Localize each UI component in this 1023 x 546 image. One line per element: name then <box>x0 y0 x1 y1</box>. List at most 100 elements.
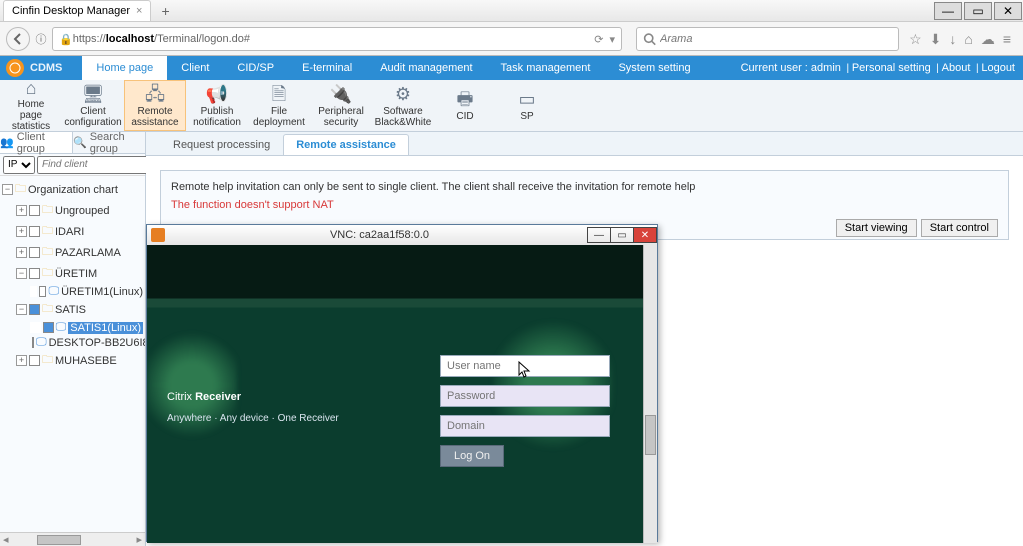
printer-icon: 🖶 <box>453 89 477 111</box>
tree-scrollbar[interactable]: ◂▸ <box>0 532 145 546</box>
nav-system[interactable]: System setting <box>604 56 704 80</box>
card-icon: ▭ <box>515 89 539 111</box>
top-nav: CDMS Home page Client CID/SP E-terminal … <box>0 56 1023 80</box>
folder-icon: 🗀 <box>42 201 53 220</box>
vnc-minimize-button[interactable]: — <box>587 227 611 243</box>
left-pane: 👥Client group 🔍Search group IP 🔍 −🗀Organ… <box>0 132 146 546</box>
domain-input[interactable] <box>440 415 610 437</box>
bookmark-icon[interactable]: ☆ <box>909 31 922 48</box>
ribbon-client-config[interactable]: 🖥Clientconfiguration <box>62 80 124 131</box>
ribbon-remote-assist[interactable]: 🖧Remoteassistance <box>124 80 186 131</box>
logon-button[interactable]: Log On <box>440 445 504 467</box>
brand-name: CDMS <box>30 62 62 74</box>
tab-title: Cinfin Desktop Manager <box>12 5 130 17</box>
panel-warning: The function doesn't support NAT <box>171 199 998 211</box>
url-text: https://localhost/Terminal/logon.do# <box>73 33 250 45</box>
new-tab-button[interactable]: + <box>155 3 175 19</box>
tab-search-group[interactable]: 🔍Search group <box>73 132 145 153</box>
ribbon-publish-notif[interactable]: 📢Publishnotification <box>186 80 248 131</box>
chevron-down-icon[interactable]: ▾ <box>609 33 615 46</box>
vnc-maximize-button[interactable]: ▭ <box>610 227 634 243</box>
folder-icon: 🗀 <box>42 300 53 319</box>
nav-audit[interactable]: Audit management <box>366 56 486 80</box>
client-icon: 🖵 <box>36 336 47 349</box>
ip-select[interactable]: IP <box>3 156 35 174</box>
nav-task[interactable]: Task management <box>487 56 605 80</box>
home-icon[interactable]: ⌂ <box>964 31 972 48</box>
menu-icon[interactable]: ≡ <box>1003 31 1011 48</box>
subtab-remote-assist[interactable]: Remote assistance <box>283 134 409 155</box>
search-bar[interactable] <box>636 27 899 51</box>
file-icon: 🗎 <box>267 84 291 106</box>
megaphone-icon: 📢 <box>205 84 229 106</box>
client-icon: 🖵 <box>56 321 67 334</box>
search-icon <box>643 32 656 46</box>
lock-icon: 🔒 <box>59 33 73 46</box>
app-icon: ⓘ <box>34 31 48 47</box>
panel-message: Remote help invitation can only be sent … <box>171 181 998 193</box>
java-icon <box>151 228 165 242</box>
folder-icon: 🗀 <box>42 264 53 283</box>
home-icon: ⌂ <box>19 79 43 99</box>
folder-icon: 🗀 <box>42 222 53 241</box>
window-maximize-button[interactable]: ▭ <box>964 2 992 20</box>
folder-icon: 🗀 <box>42 351 53 370</box>
nav-home[interactable]: Home page <box>82 56 167 80</box>
search-input[interactable] <box>660 33 892 45</box>
start-control-button[interactable]: Start control <box>921 219 998 237</box>
gear-icon: ⚙ <box>391 84 415 106</box>
password-input[interactable] <box>440 385 610 407</box>
current-user-link[interactable]: admin <box>811 62 841 74</box>
remote-icon: 🖧 <box>143 84 167 106</box>
folder-icon: 🗀 <box>42 243 53 262</box>
pocket-icon[interactable]: ⬇ <box>930 31 942 48</box>
address-row: ⓘ 🔒 https://localhost/Terminal/logon.do#… <box>0 22 1023 56</box>
group-icon: 👥 <box>0 136 14 149</box>
personal-setting-link[interactable]: Personal setting <box>852 62 931 74</box>
browser-chrome: Cinfin Desktop Manager × + — ▭ ✕ ⓘ 🔒 htt… <box>0 0 1023 56</box>
brand-logo <box>6 59 24 77</box>
logout-link[interactable]: Logout <box>981 62 1015 74</box>
address-bar[interactable]: 🔒 https://localhost/Terminal/logon.do# ⟳… <box>52 27 622 51</box>
nav-cidsp[interactable]: CID/SP <box>223 56 288 80</box>
vnc-titlebar[interactable]: VNC: ca2aa1f58:0.0 — ▭ ✕ <box>147 225 657 245</box>
main-area: Request processing Remote assistance Rem… <box>146 132 1023 546</box>
vnc-close-button[interactable]: ✕ <box>633 227 657 243</box>
user-area: Current user : admin | Personal setting … <box>741 62 1023 74</box>
vnc-window[interactable]: VNC: ca2aa1f58:0.0 — ▭ ✕ Citrix Receiver… <box>146 224 658 542</box>
chat-icon[interactable]: ☁ <box>981 31 995 48</box>
download-icon[interactable]: ↓ <box>949 31 956 48</box>
close-icon[interactable]: × <box>136 5 142 17</box>
citrix-brand: Citrix Receiver Anywhere · Any device · … <box>167 379 339 424</box>
subtab-request[interactable]: Request processing <box>160 134 283 155</box>
window-minimize-button[interactable]: — <box>934 2 962 20</box>
nav-eterminal[interactable]: E-terminal <box>288 56 366 80</box>
search-icon: 🔍 <box>73 136 87 149</box>
monitor-icon: 🖥 <box>81 84 105 106</box>
ribbon-home-stats[interactable]: ⌂Home pagestatistics <box>0 80 62 131</box>
about-link[interactable]: About <box>942 62 971 74</box>
vnc-content: Citrix Receiver Anywhere · Any device · … <box>147 245 657 543</box>
ribbon-sp[interactable]: ▭SP <box>496 80 558 131</box>
client-tree[interactable]: −🗀Organization chart +🗀Ungrouped +🗀IDARI… <box>0 176 145 532</box>
window-close-button[interactable]: ✕ <box>994 2 1022 20</box>
start-viewing-button[interactable]: Start viewing <box>836 219 917 237</box>
ribbon: ⌂Home pagestatistics 🖥Clientconfiguratio… <box>0 80 1023 132</box>
vnc-scrollbar[interactable] <box>643 245 657 543</box>
ribbon-peripheral[interactable]: 🔌Peripheralsecurity <box>310 80 372 131</box>
browser-tab[interactable]: Cinfin Desktop Manager × <box>3 0 151 21</box>
nav-client[interactable]: Client <box>167 56 223 80</box>
browser-tab-row: Cinfin Desktop Manager × + — ▭ ✕ <box>0 0 1023 22</box>
tree-node-selected[interactable]: 🖵SATIS1(Linux) <box>2 320 143 335</box>
tab-client-group[interactable]: 👥Client group <box>0 132 73 153</box>
usb-icon: 🔌 <box>329 84 353 106</box>
ribbon-file-deploy[interactable]: 🗎Filedeployment <box>248 80 310 131</box>
username-input[interactable] <box>440 355 610 377</box>
ribbon-cid[interactable]: 🖶CID <box>434 80 496 131</box>
ribbon-software-bw[interactable]: ⚙SoftwareBlack&White <box>372 80 434 131</box>
client-icon: 🖵 <box>48 285 59 298</box>
reload-icon[interactable]: ⟳ <box>594 33 603 46</box>
login-form: Log On <box>440 355 610 467</box>
folder-icon: 🗀 <box>15 180 26 199</box>
back-button[interactable] <box>6 27 30 51</box>
